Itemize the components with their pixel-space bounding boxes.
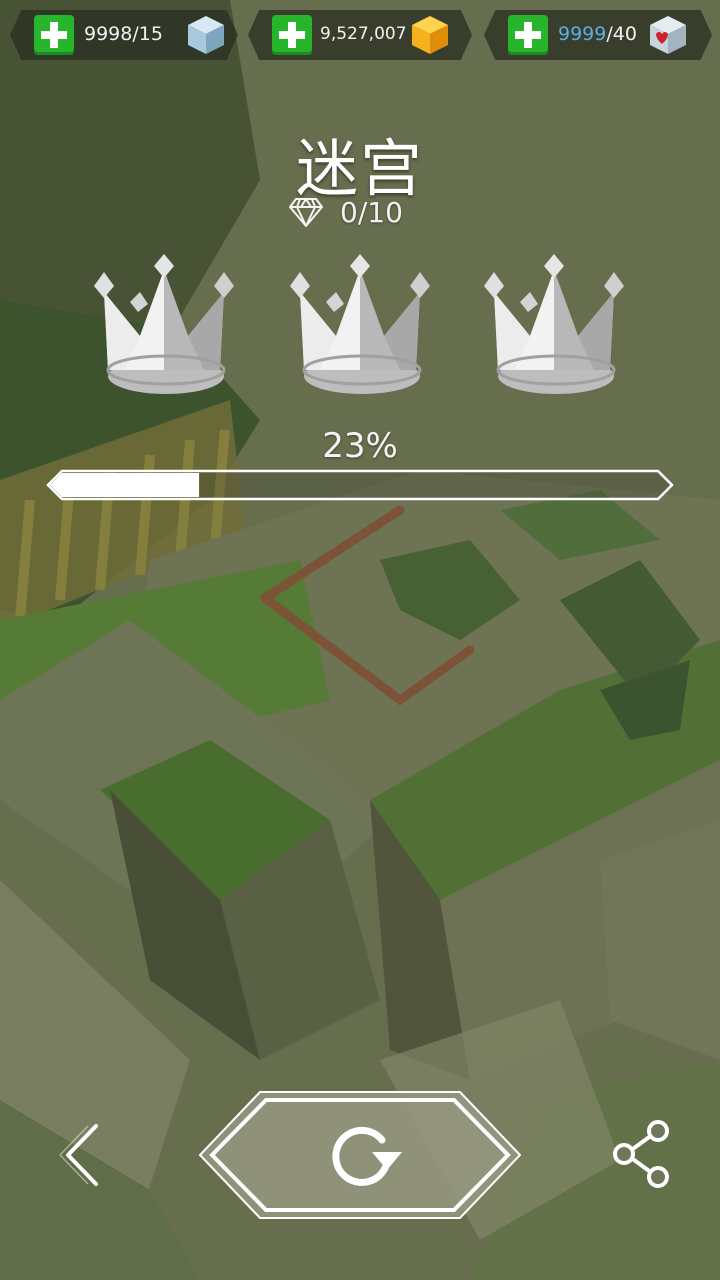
- share-button[interactable]: [608, 1118, 676, 1190]
- add-coins-button[interactable]: [272, 15, 312, 55]
- crown-icon-3: [484, 254, 624, 394]
- hearts-value-current: 9999: [558, 23, 607, 45]
- coins-counter: 9,527,007: [248, 10, 472, 60]
- coins-value: 9,527,007: [320, 24, 407, 44]
- share-icon: [613, 1120, 669, 1188]
- gold-cube-icon: [412, 16, 448, 54]
- replay-button[interactable]: [196, 1088, 524, 1222]
- heart-cube-icon: [650, 16, 686, 54]
- gem-count: 0/10: [340, 196, 403, 229]
- lives-value: 9998/15: [84, 23, 163, 45]
- ice-cube-icon: [188, 16, 224, 54]
- progress-percent: 23%: [322, 426, 398, 466]
- crown-icon-2: [290, 254, 430, 394]
- crown-icon-1: [94, 254, 234, 394]
- hearts-value: 9999/40: [558, 23, 637, 45]
- hearts-counter: 9999/40: [484, 10, 712, 60]
- hearts-value-max: /40: [606, 23, 637, 45]
- lives-counter: 9998/15: [10, 10, 238, 60]
- add-hearts-button[interactable]: [508, 15, 548, 55]
- gem-counter: 0/10: [0, 196, 720, 230]
- diamond-icon: [289, 198, 323, 227]
- add-lives-button[interactable]: [34, 15, 74, 55]
- level-title: 迷宫: [295, 132, 424, 205]
- chevron-left-icon: [66, 1124, 98, 1186]
- progress-bar: [46, 469, 674, 501]
- back-button[interactable]: [56, 1120, 106, 1190]
- progress-bar-fill: [50, 473, 200, 497]
